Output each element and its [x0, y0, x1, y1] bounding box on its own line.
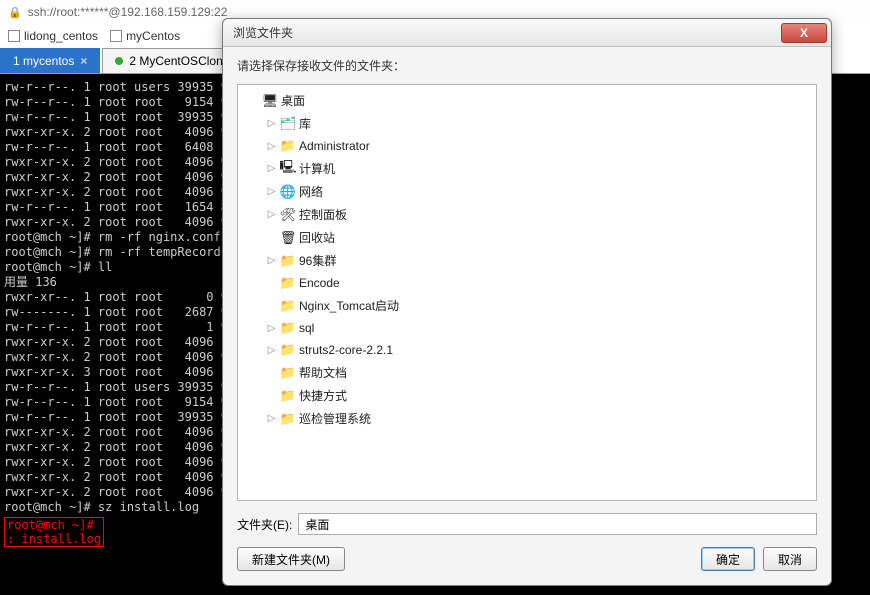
expand-icon[interactable]: [266, 141, 277, 152]
tree-item[interactable]: Nginx_Tomcat启动: [244, 294, 810, 317]
tree-item[interactable]: 网络: [244, 180, 810, 203]
tree-item-label: 96集群: [299, 252, 336, 269]
folder-icon: [280, 388, 296, 404]
folder-icon: [280, 411, 296, 427]
expand-icon[interactable]: [266, 186, 277, 197]
lib-icon: [280, 116, 296, 132]
tree-item[interactable]: 快捷方式: [244, 384, 810, 407]
tab[interactable]: 1 mycentos ×: [0, 48, 100, 73]
folder-icon: [280, 320, 296, 336]
tree-item-label: 网络: [299, 183, 323, 200]
ctrl-icon: [280, 207, 296, 223]
tree-item-label: sql: [299, 321, 314, 335]
folder-label: 文件夹(E):: [237, 516, 292, 533]
expand-icon[interactable]: [266, 255, 277, 266]
bookmark-label: myCentos: [126, 29, 180, 43]
folder-tree[interactable]: 桌面库 Administrator 计算机网络控制面板回收站 96集群 Encode Ng…: [237, 84, 817, 501]
tree-item-label: Encode: [299, 276, 340, 290]
expand-icon[interactable]: [266, 323, 277, 334]
bookmark-item[interactable]: lidong_centos: [8, 29, 98, 43]
tree-item[interactable]: 计算机: [244, 157, 810, 180]
bookmark-label: lidong_centos: [24, 29, 98, 43]
folder-icon: [280, 298, 296, 314]
folder-icon: [280, 342, 296, 358]
lock-icon: 🔒: [8, 6, 22, 19]
tab-label: 2 MyCentOSClon: [129, 54, 222, 68]
bookmark-icon: [110, 30, 122, 42]
dialog-message: 请选择保存接收文件的文件夹：: [237, 57, 817, 74]
tree-item-label: Administrator: [299, 139, 370, 153]
folder-icon: [280, 365, 296, 381]
tree-item[interactable]: 桌面: [244, 89, 810, 112]
tree-item-label: 计算机: [299, 160, 335, 177]
bin-icon: [280, 230, 296, 246]
folder-input[interactable]: [298, 513, 817, 535]
dialog-titlebar: 浏览文件夹 X: [223, 19, 831, 47]
tree-item[interactable]: Administrator: [244, 135, 810, 157]
new-folder-button[interactable]: 新建文件夹(M): [237, 547, 345, 571]
tree-item[interactable]: 库: [244, 112, 810, 135]
tree-item-label: 回收站: [299, 229, 335, 246]
tree-item[interactable]: 96集群: [244, 249, 810, 272]
close-icon: X: [800, 26, 808, 40]
folder-row: 文件夹(E):: [237, 513, 817, 535]
net-icon: [280, 184, 296, 200]
tree-item-label: struts2-core-2.2.1: [299, 343, 393, 357]
dialog-title: 浏览文件夹: [233, 24, 781, 41]
dialog-body: 请选择保存接收文件的文件夹： 桌面库 Administrator 计算机网络控制面板…: [223, 47, 831, 585]
tree-item-label: 库: [299, 115, 311, 132]
tree-item-label: 快捷方式: [299, 387, 347, 404]
tree-item-label: 帮助文档: [299, 364, 347, 381]
tree-item-label: 桌面: [281, 92, 305, 109]
close-button[interactable]: X: [781, 23, 827, 43]
cancel-button[interactable]: 取消: [763, 547, 817, 571]
tab-status-dot-icon: [115, 57, 123, 65]
folder-icon: [280, 275, 296, 291]
expand-icon[interactable]: [266, 118, 277, 129]
pc-icon: [280, 161, 296, 177]
browse-folder-dialog: 浏览文件夹 X 请选择保存接收文件的文件夹： 桌面库 Administrator 计…: [222, 18, 832, 586]
tree-item[interactable]: 帮助文档: [244, 361, 810, 384]
tab[interactable]: 2 MyCentOSClon: [102, 48, 235, 73]
expand-icon[interactable]: [266, 209, 277, 220]
tab-close-icon[interactable]: ×: [80, 54, 87, 68]
tree-item[interactable]: 控制面板: [244, 203, 810, 226]
tree-item-label: Nginx_Tomcat启动: [299, 297, 399, 314]
expand-icon[interactable]: [266, 345, 277, 356]
tree-item-label: 控制面板: [299, 206, 347, 223]
expand-icon[interactable]: [266, 163, 277, 174]
tree-item[interactable]: Encode: [244, 272, 810, 294]
bookmark-icon: [8, 30, 20, 42]
tree-item[interactable]: sql: [244, 317, 810, 339]
tree-item[interactable]: struts2-core-2.2.1: [244, 339, 810, 361]
bookmark-item[interactable]: myCentos: [110, 29, 180, 43]
highlighted-prompt: root@mch ~]# : install.log: [4, 517, 104, 547]
monitor-icon: [262, 93, 278, 109]
folder-icon: [280, 138, 296, 154]
dialog-buttons: 新建文件夹(M) 确定 取消: [237, 547, 817, 571]
folder-icon: [280, 253, 296, 269]
expand-icon[interactable]: [266, 413, 277, 424]
tab-label: 1 mycentos: [13, 54, 74, 68]
ok-button[interactable]: 确定: [701, 547, 755, 571]
tree-item[interactable]: 回收站: [244, 226, 810, 249]
tree-item[interactable]: 巡检管理系统: [244, 407, 810, 430]
tree-item-label: 巡检管理系统: [299, 410, 371, 427]
address-text: ssh://root:******@192.168.159.129:22: [28, 5, 228, 19]
